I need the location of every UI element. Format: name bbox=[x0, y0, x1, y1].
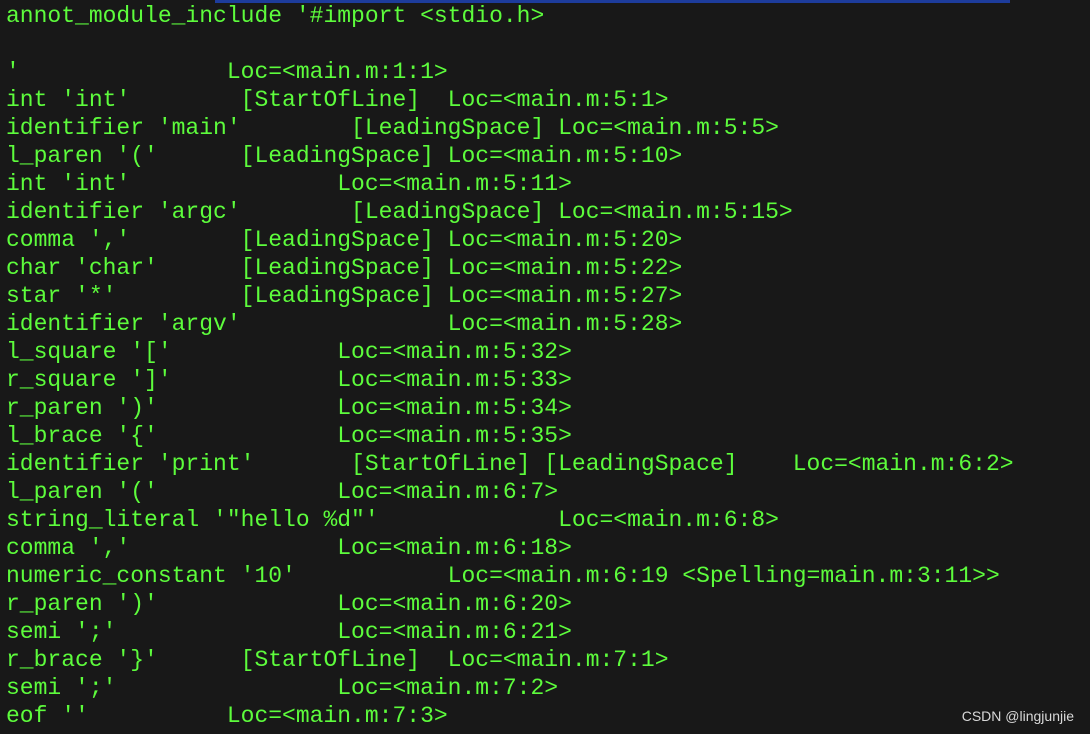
terminal-line: semi ';' Loc=<main.m:7:2> bbox=[6, 675, 559, 701]
terminal-line: identifier 'print' [StartOfLine] [Leadin… bbox=[6, 451, 1014, 477]
watermark: CSDN @lingjunjie bbox=[961, 708, 1074, 724]
terminal-line: semi ';' Loc=<main.m:6:21> bbox=[6, 619, 572, 645]
terminal-output: annot_module_include '#import <stdio.h> '… bbox=[6, 2, 1014, 730]
terminal-line: r_brace '}' [StartOfLine] Loc=<main.m:7:… bbox=[6, 647, 669, 673]
terminal-line: l_paren '(' [LeadingSpace] Loc=<main.m:5… bbox=[6, 143, 683, 169]
terminal-line: l_square '[' Loc=<main.m:5:32> bbox=[6, 339, 572, 365]
terminal-line: comma ',' Loc=<main.m:6:18> bbox=[6, 535, 572, 561]
terminal-line: r_paren ')' Loc=<main.m:6:20> bbox=[6, 591, 572, 617]
terminal-line: int 'int' Loc=<main.m:5:11> bbox=[6, 171, 572, 197]
terminal-line: eof '' Loc=<main.m:7:3> bbox=[6, 703, 448, 729]
terminal-line: identifier 'argv' Loc=<main.m:5:28> bbox=[6, 311, 683, 337]
terminal-line: annot_module_include '#import <stdio.h> bbox=[6, 3, 545, 29]
terminal-line: l_paren '(' Loc=<main.m:6:7> bbox=[6, 479, 559, 505]
terminal-line: identifier 'main' [LeadingSpace] Loc=<ma… bbox=[6, 115, 779, 141]
terminal-line: r_paren ')' Loc=<main.m:5:34> bbox=[6, 395, 572, 421]
terminal-line: string_literal '"hello %d"' Loc=<main.m:… bbox=[6, 507, 779, 533]
terminal-line: int 'int' [StartOfLine] Loc=<main.m:5:1> bbox=[6, 87, 669, 113]
terminal-line: ' Loc=<main.m:1:1> bbox=[6, 59, 448, 85]
terminal-line: r_square ']' Loc=<main.m:5:33> bbox=[6, 367, 572, 393]
terminal-line: identifier 'argc' [LeadingSpace] Loc=<ma… bbox=[6, 199, 793, 225]
terminal-line: comma ',' [LeadingSpace] Loc=<main.m:5:2… bbox=[6, 227, 683, 253]
terminal-line: l_brace '{' Loc=<main.m:5:35> bbox=[6, 423, 572, 449]
terminal-line: char 'char' [LeadingSpace] Loc=<main.m:5… bbox=[6, 255, 683, 281]
terminal-line: numeric_constant '10' Loc=<main.m:6:19 <… bbox=[6, 563, 1000, 589]
terminal-line: star '*' [LeadingSpace] Loc=<main.m:5:27… bbox=[6, 283, 683, 309]
